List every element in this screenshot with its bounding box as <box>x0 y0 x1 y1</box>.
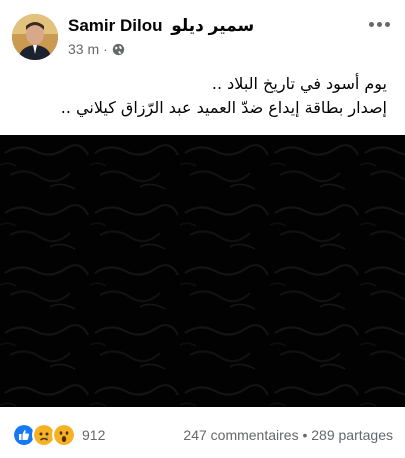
engagement-stats: 247 commentaires • 289 partages <box>183 427 393 443</box>
post-time[interactable]: 33 m <box>68 41 99 57</box>
author-name-row[interactable]: Samir Dilou سمير ديلو <box>68 16 254 36</box>
post-text-line-1: يوم أسود في تاريخ البلاد .. <box>211 74 387 93</box>
avatar-photo <box>12 14 58 60</box>
more-dot-icon <box>368 21 374 27</box>
globe-icon[interactable] <box>112 43 125 56</box>
more-options-button[interactable] <box>365 14 393 34</box>
dark-texture-image <box>0 135 405 407</box>
reaction-summary[interactable]: 912 <box>12 423 105 447</box>
reaction-count[interactable]: 912 <box>82 427 105 443</box>
shares-count[interactable]: 289 partages <box>311 427 393 443</box>
post-image[interactable] <box>0 135 405 407</box>
post-header: Samir Dilou سمير ديلو 33 m · <box>0 0 405 62</box>
more-dot-icon <box>384 21 390 27</box>
author-name-arabic[interactable]: سمير ديلو <box>171 16 254 35</box>
stats-separator: • <box>302 427 308 443</box>
author-avatar[interactable] <box>12 14 58 60</box>
author-name[interactable]: Samir Dilou <box>68 16 162 35</box>
comments-count[interactable]: 247 commentaires <box>183 427 298 443</box>
post-text: يوم أسود في تاريخ البلاد .. إصدار بطاقة … <box>17 72 387 120</box>
post-meta: 33 m · <box>68 41 125 57</box>
dot-separator: · <box>103 41 108 57</box>
post-footer: 912 247 commentaires • 289 partages <box>0 416 405 456</box>
more-dot-icon <box>376 21 382 27</box>
post-text-line-2: إصدار بطاقة إيداع ضدّ العميد عبد الرّزاق… <box>60 98 387 117</box>
wow-icon <box>52 423 76 447</box>
